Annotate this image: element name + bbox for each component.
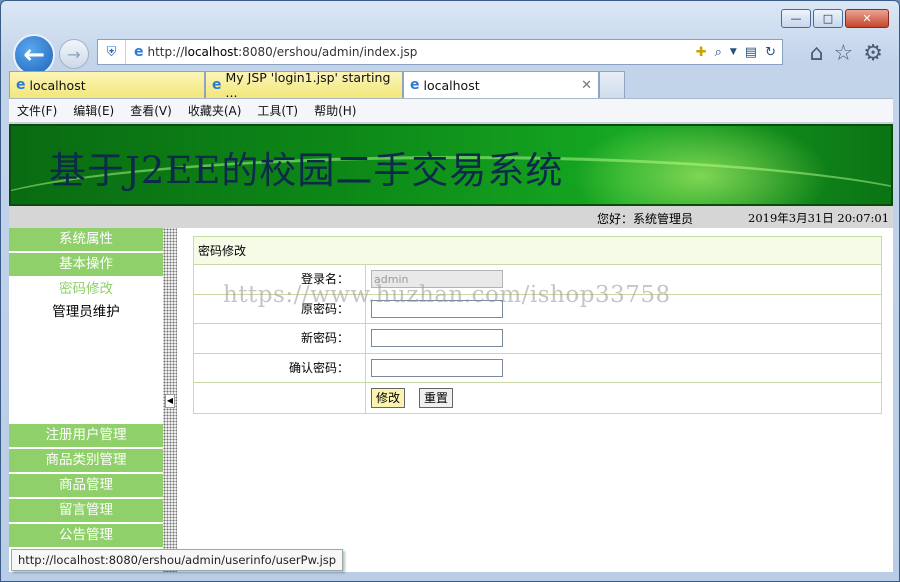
menu-view[interactable]: 查看(V): [130, 102, 172, 119]
restore-button[interactable]: □: [813, 9, 843, 28]
banner-glow: [551, 126, 851, 204]
page-content: 基于J2EE的校园二手交易系统 您好：系统管理员 2019年3月31日 20:0…: [9, 124, 893, 572]
ie-page-icon: e: [134, 44, 144, 60]
minimize-button[interactable]: —: [781, 9, 811, 28]
gear-icon[interactable]: ⚙: [863, 41, 883, 66]
reset-button[interactable]: 重置: [419, 387, 454, 408]
sidebar: 系统属性 基本操作 密码修改 管理员维护 注册用户管理 商品类别管理 商品管理 …: [9, 228, 163, 572]
favorites-star-icon[interactable]: ☆: [834, 41, 854, 66]
form-row-confirm-password: 确认密码：: [194, 353, 881, 383]
tab-label: localhost: [423, 77, 480, 93]
chevron-down-icon[interactable]: ▼: [730, 47, 737, 57]
address-bar[interactable]: ⛨ e http://localhost:8080/ershou/admin/i…: [97, 39, 783, 65]
sidebar-bottom-group: 注册用户管理 商品类别管理 商品管理 留言管理 公告管理: [9, 424, 163, 549]
home-icon[interactable]: ⌂: [810, 41, 824, 66]
sidebar-item-registered-users[interactable]: 注册用户管理: [9, 424, 163, 447]
menu-favorites[interactable]: 收藏夹(A): [188, 102, 242, 119]
back-button[interactable]: ←: [13, 34, 55, 76]
site-banner: 基于J2EE的校园二手交易系统: [9, 124, 893, 206]
user-status-bar: 您好：系统管理员 2019年3月31日 20:07:01: [9, 206, 893, 228]
menu-tools[interactable]: 工具(T): [257, 102, 298, 119]
close-tab-icon[interactable]: ✕: [581, 78, 592, 93]
menu-bar: 文件(F) 编辑(E) 查看(V) 收藏夹(A) 工具(T) 帮助(H): [9, 98, 893, 123]
new-password-label: 新密码：: [194, 324, 366, 353]
greeting-text: 您好：系统管理员: [597, 212, 694, 226]
tab-strip: e localhost e My JSP 'login1.jsp' starti…: [9, 70, 625, 100]
new-tab-button[interactable]: [599, 71, 625, 98]
sidebar-subitem-change-password[interactable]: 密码修改: [9, 278, 163, 301]
refresh-icon[interactable]: ↻: [765, 45, 776, 60]
sidebar-item-product-categories[interactable]: 商品类别管理: [9, 449, 163, 472]
submit-button[interactable]: 修改: [371, 387, 406, 408]
window-controls: — □ ✕: [781, 9, 889, 28]
browser-window: — □ ✕ ← → ⛨ e http://localhost:8080/ersh…: [0, 0, 900, 582]
tab-localhost-active[interactable]: e localhost ✕: [403, 71, 599, 98]
tab-label: localhost: [29, 77, 86, 93]
menu-file[interactable]: 文件(F): [17, 102, 57, 119]
form-row-new-password: 新密码：: [194, 324, 881, 354]
collapse-arrow-icon[interactable]: ◀: [165, 394, 175, 408]
confirm-password-label: 确认密码：: [194, 353, 366, 382]
sidebar-subitem-admin-maintenance[interactable]: 管理员维护: [9, 301, 163, 324]
status-url-tooltip: http://localhost:8080/ershou/admin/useri…: [11, 549, 344, 571]
form-title: 密码修改: [194, 237, 881, 265]
confirm-password-field[interactable]: [371, 358, 503, 377]
menu-edit[interactable]: 编辑(E): [73, 102, 114, 119]
address-url[interactable]: http://localhost:8080/ershou/admin/index…: [148, 45, 418, 59]
sidebar-item-products[interactable]: 商品管理: [9, 474, 163, 497]
ie-page-icon: e: [410, 77, 420, 93]
banner-title: 基于J2EE的校园二手交易系统: [49, 149, 564, 192]
watermark-text: https://www.huzhan.com/ishop33758: [223, 282, 671, 308]
forward-button[interactable]: →: [59, 39, 89, 69]
new-password-field[interactable]: [371, 329, 503, 348]
tab-login-jsp[interactable]: e My JSP 'login1.jsp' starting ...: [205, 70, 403, 100]
sidebar-item-messages[interactable]: 留言管理: [9, 499, 163, 522]
datetime-text: 2019年3月31日 20:07:01: [748, 211, 890, 225]
tab-localhost-1[interactable]: e localhost: [9, 71, 205, 98]
ie-page-icon: e: [16, 77, 26, 93]
broken-page-icon[interactable]: ▤: [745, 45, 757, 60]
close-button[interactable]: ✕: [845, 9, 889, 28]
search-icon[interactable]: ⌕: [715, 45, 722, 60]
frame-splitter[interactable]: ◀: [163, 228, 177, 572]
ie-page-icon: e: [212, 77, 222, 93]
buttons-label-cell: [194, 383, 366, 413]
sidebar-item-announcements[interactable]: 公告管理: [9, 524, 163, 547]
tab-label: My JSP 'login1.jsp' starting ...: [225, 70, 391, 100]
form-row-buttons: 修改 重置: [194, 383, 881, 413]
shield-icon[interactable]: ⛨: [98, 40, 126, 64]
menu-help[interactable]: 帮助(H): [314, 102, 356, 119]
sidebar-item-basic-operations[interactable]: 基本操作: [9, 253, 163, 276]
browser-toolbar-icons: ⌂ ☆ ⚙: [810, 41, 883, 66]
sidebar-item-system-properties[interactable]: 系统属性: [9, 228, 163, 251]
change-password-form: 密码修改 登录名： 原密码： 新密码： 确认密码： 修改 重置: [193, 236, 882, 414]
compat-icon[interactable]: ✚: [696, 45, 707, 60]
